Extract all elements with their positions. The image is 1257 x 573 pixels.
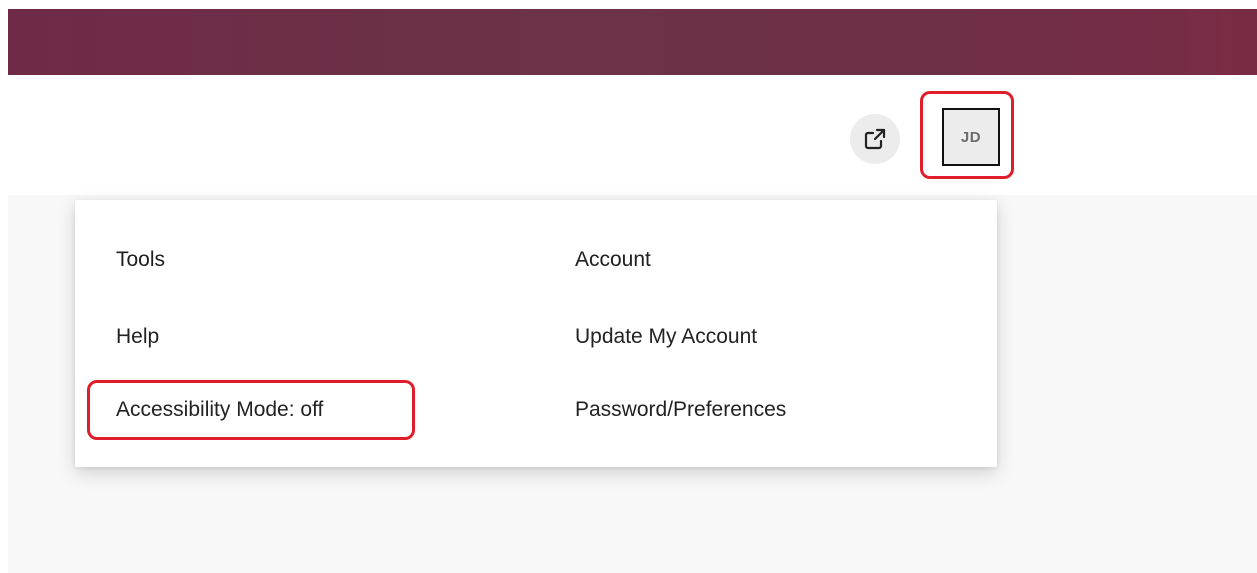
update-my-account-menu-item[interactable]: Update My Account — [575, 326, 757, 347]
top-banner — [8, 9, 1257, 75]
open-external-button[interactable] — [850, 114, 900, 164]
avatar-initials: JD — [960, 128, 982, 146]
page: JD Tools Help Accessibility Mode: off Ac… — [0, 0, 1257, 573]
password-preferences-menu-item[interactable]: Password/Preferences — [575, 399, 786, 420]
tools-heading: Tools — [116, 248, 166, 271]
help-menu-item[interactable]: Help — [116, 326, 159, 347]
header-bar — [8, 75, 1257, 195]
accessibility-highlight-annotation — [87, 380, 415, 440]
open-in-new-icon — [864, 128, 886, 150]
user-avatar-button[interactable]: JD — [942, 108, 1000, 166]
account-heading: Account — [575, 248, 651, 271]
